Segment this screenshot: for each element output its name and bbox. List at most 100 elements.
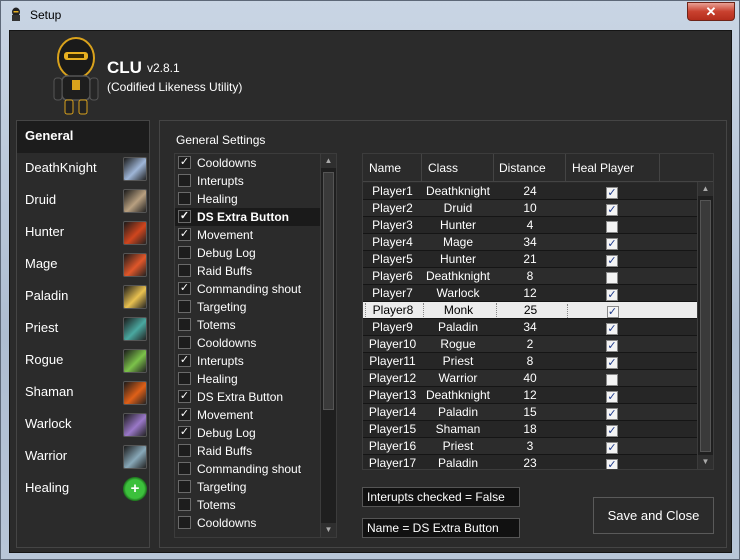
setting-item[interactable]: Debug Log	[175, 244, 320, 262]
table-row[interactable]: Player4 Mage 34 ✓	[363, 234, 697, 251]
setting-item[interactable]: Totems	[175, 496, 320, 514]
table-row[interactable]: Player3 Hunter 4 ✓	[363, 217, 697, 234]
column-header-heal-player[interactable]: Heal Player	[572, 161, 634, 175]
setting-checkbox[interactable]: ✓	[178, 354, 191, 367]
heal-player-checkbox[interactable]: ✓	[606, 408, 618, 420]
heal-player-checkbox[interactable]: ✓	[606, 459, 618, 469]
heal-player-checkbox[interactable]: ✓	[606, 357, 618, 369]
table-row[interactable]: Player9 Paladin 34 ✓	[363, 319, 697, 336]
setting-checkbox[interactable]: ✓	[178, 282, 191, 295]
setting-item[interactable]: Cooldowns	[175, 334, 320, 352]
table-scrollbar[interactable]: ▲ ▼	[697, 182, 713, 469]
table-row[interactable]: Player11 Priest 8 ✓	[363, 353, 697, 370]
heal-player-checkbox[interactable]: ✓	[606, 204, 618, 216]
setting-item[interactable]: ✓ Movement	[175, 406, 320, 424]
heal-player-checkbox[interactable]: ✓	[606, 289, 618, 301]
setting-item[interactable]: Raid Buffs	[175, 442, 320, 460]
setting-item[interactable]: Interupts	[175, 172, 320, 190]
heal-player-checkbox[interactable]: ✓	[606, 272, 618, 284]
setting-item[interactable]: ✓ Commanding shout	[175, 280, 320, 298]
setting-item[interactable]: Totems	[175, 316, 320, 334]
settings-checklist[interactable]: ✓ Cooldowns Interupts Healing ✓ DS Extra Butt…	[174, 153, 337, 538]
setting-checkbox[interactable]: ✓	[178, 408, 191, 421]
setting-checkbox[interactable]: ✓	[178, 390, 191, 403]
setting-checkbox[interactable]: ✓	[178, 426, 191, 439]
sidebar-item-warlock[interactable]: Warlock	[17, 409, 149, 441]
setting-item[interactable]: ✓ Movement	[175, 226, 320, 244]
setting-item[interactable]: Healing	[175, 370, 320, 388]
table-row[interactable]: Player2 Druid 10 ✓	[363, 200, 697, 217]
heal-player-checkbox[interactable]: ✓	[606, 221, 618, 233]
sidebar-item-hunter[interactable]: Hunter	[17, 217, 149, 249]
setting-checkbox[interactable]: ✓	[178, 210, 191, 223]
title-bar[interactable]: Setup ✕	[1, 1, 739, 29]
setting-checkbox[interactable]	[178, 318, 191, 331]
setting-item[interactable]: Targeting	[175, 298, 320, 316]
scroll-up-arrow[interactable]: ▲	[321, 154, 336, 168]
heal-player-checkbox[interactable]: ✓	[606, 391, 618, 403]
setting-item[interactable]: ✓ Debug Log	[175, 424, 320, 442]
setting-item[interactable]: ✓ DS Extra Button	[175, 388, 320, 406]
sidebar-item-mage[interactable]: Mage	[17, 249, 149, 281]
scroll-down-arrow[interactable]: ▼	[321, 523, 336, 537]
table-row[interactable]: Player15 Shaman 18 ✓	[363, 421, 697, 438]
sidebar-item-shaman[interactable]: Shaman	[17, 377, 149, 409]
setting-checkbox[interactable]	[178, 336, 191, 349]
scroll-up-arrow[interactable]: ▲	[698, 182, 713, 196]
heal-player-checkbox[interactable]: ✓	[606, 442, 618, 454]
setting-item[interactable]: Commanding shout	[175, 460, 320, 478]
setting-checkbox[interactable]: ✓	[178, 228, 191, 241]
table-row[interactable]: Player5 Hunter 21 ✓	[363, 251, 697, 268]
heal-player-checkbox[interactable]: ✓	[606, 340, 618, 352]
column-header-class[interactable]: Class	[428, 161, 458, 175]
setting-item[interactable]: Cooldowns	[175, 514, 320, 532]
table-row[interactable]: Player1 Deathknight 24 ✓	[363, 183, 697, 200]
setting-item[interactable]: Raid Buffs	[175, 262, 320, 280]
heal-player-checkbox[interactable]: ✓	[606, 238, 618, 250]
table-row[interactable]: Player13 Deathknight 12 ✓	[363, 387, 697, 404]
table-row[interactable]: Player17 Paladin 23 ✓	[363, 455, 697, 469]
scroll-down-arrow[interactable]: ▼	[698, 455, 713, 469]
sidebar-item-general[interactable]: General	[17, 121, 149, 153]
setting-checkbox[interactable]	[178, 174, 191, 187]
sidebar-item-warrior[interactable]: Warrior	[17, 441, 149, 473]
sidebar-item-druid[interactable]: Druid	[17, 185, 149, 217]
setting-checkbox[interactable]	[178, 264, 191, 277]
setting-item[interactable]: ✓ Cooldowns	[175, 154, 320, 172]
setting-item[interactable]: ✓ DS Extra Button	[175, 208, 320, 226]
table-row[interactable]: Player14 Paladin 15 ✓	[363, 404, 697, 421]
scroll-thumb[interactable]	[700, 200, 711, 452]
setting-item[interactable]: Healing	[175, 190, 320, 208]
setting-checkbox[interactable]	[178, 480, 191, 493]
heal-player-checkbox[interactable]: ✓	[606, 187, 618, 199]
setting-checkbox[interactable]	[178, 300, 191, 313]
save-and-close-button[interactable]: Save and Close	[593, 497, 714, 534]
setting-checkbox[interactable]	[178, 444, 191, 457]
sidebar-item-priest[interactable]: Priest	[17, 313, 149, 345]
setting-checkbox[interactable]	[178, 462, 191, 475]
close-button[interactable]: ✕	[687, 2, 735, 21]
heal-player-checkbox[interactable]: ✓	[606, 425, 618, 437]
heal-player-checkbox[interactable]: ✓	[606, 255, 618, 267]
table-row[interactable]: Player7 Warlock 12 ✓	[363, 285, 697, 302]
table-row[interactable]: Player10 Rogue 2 ✓	[363, 336, 697, 353]
setting-checkbox[interactable]: ✓	[178, 156, 191, 169]
table-row[interactable]: Player8 Monk 25 ✓	[363, 302, 697, 319]
setting-checkbox[interactable]	[178, 246, 191, 259]
column-header-distance[interactable]: Distance	[499, 161, 546, 175]
setting-checkbox[interactable]	[178, 516, 191, 529]
heal-player-checkbox[interactable]: ✓	[606, 306, 619, 318]
heal-player-checkbox[interactable]: ✓	[606, 323, 618, 335]
sidebar-item-rogue[interactable]: Rogue	[17, 345, 149, 377]
sidebar-item-paladin[interactable]: Paladin	[17, 281, 149, 313]
setting-item[interactable]: ✓ Interupts	[175, 352, 320, 370]
table-row[interactable]: Player6 Deathknight 8 ✓	[363, 268, 697, 285]
setting-checkbox[interactable]	[178, 498, 191, 511]
table-row[interactable]: Player16 Priest 3 ✓	[363, 438, 697, 455]
heal-player-checkbox[interactable]: ✓	[606, 374, 618, 386]
setting-checkbox[interactable]	[178, 372, 191, 385]
settings-scrollbar[interactable]: ▲ ▼	[320, 154, 336, 537]
setting-item[interactable]: Targeting	[175, 478, 320, 496]
setting-checkbox[interactable]	[178, 192, 191, 205]
sidebar-item-deathknight[interactable]: DeathKnight	[17, 153, 149, 185]
